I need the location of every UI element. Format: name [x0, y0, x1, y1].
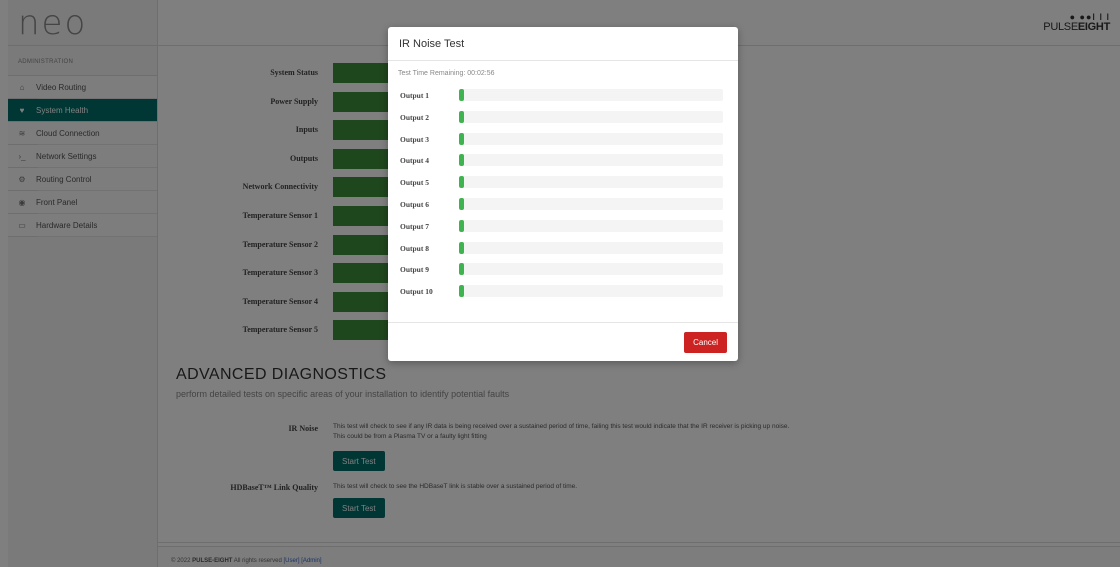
output-label: Output 7 [400, 221, 429, 231]
modal-footer: Cancel [388, 322, 738, 361]
output-progress-row: Output 8 [400, 241, 723, 255]
output-progress-track [459, 154, 723, 167]
output-progress-row: Output 10 [400, 285, 723, 298]
output-progress-row: Output 2 [400, 110, 723, 124]
output-progress-row: Output 9 [400, 263, 723, 276]
output-label: Output 4 [400, 156, 429, 166]
output-progress-track [459, 198, 723, 210]
output-progress-fill [459, 89, 465, 101]
output-progress-track [459, 132, 723, 145]
test-time-remaining: Test Time Remaining: 00:02:56 [398, 70, 495, 77]
output-label: Output 8 [400, 243, 429, 253]
output-label: Output 9 [400, 265, 429, 275]
output-label: Output 3 [400, 134, 429, 144]
output-progress-track [459, 110, 723, 123]
output-progress-fill [459, 285, 465, 298]
output-label: Output 10 [400, 287, 433, 297]
output-progress-row: Output 3 [400, 132, 723, 146]
output-progress-fill [459, 132, 465, 145]
output-progress-fill [459, 198, 465, 210]
remaining-label: Test Time Remaining: [398, 70, 466, 77]
output-progress-track [459, 241, 723, 254]
output-label: Output 6 [400, 200, 429, 209]
output-progress-fill [459, 176, 465, 189]
output-progress-track [459, 219, 723, 232]
output-progress-fill [459, 263, 465, 276]
output-progress-fill [459, 219, 465, 232]
output-progress-fill [459, 241, 465, 254]
output-progress-fill [459, 110, 465, 123]
cancel-button[interactable]: Cancel [684, 332, 727, 353]
output-label: Output 1 [400, 91, 429, 100]
output-progress-row: Output 7 [400, 219, 723, 233]
output-progress-row: Output 6 [400, 198, 723, 211]
output-progress-track [459, 89, 723, 101]
output-progress-track [459, 285, 723, 298]
output-progress-row: Output 5 [400, 176, 723, 189]
output-progress-row: Output 1 [400, 89, 723, 102]
output-progress-track [459, 176, 723, 189]
remaining-time: 00:02:56 [467, 70, 495, 77]
output-label: Output 5 [400, 178, 429, 188]
output-label: Output 2 [400, 112, 429, 122]
modal-title: IR Noise Test [388, 27, 738, 61]
output-progress-row: Output 4 [400, 154, 723, 167]
output-progress-track [459, 263, 723, 276]
ir-noise-test-modal: IR Noise Test Test Time Remaining: 00:02… [388, 27, 738, 361]
output-progress-fill [459, 154, 465, 167]
